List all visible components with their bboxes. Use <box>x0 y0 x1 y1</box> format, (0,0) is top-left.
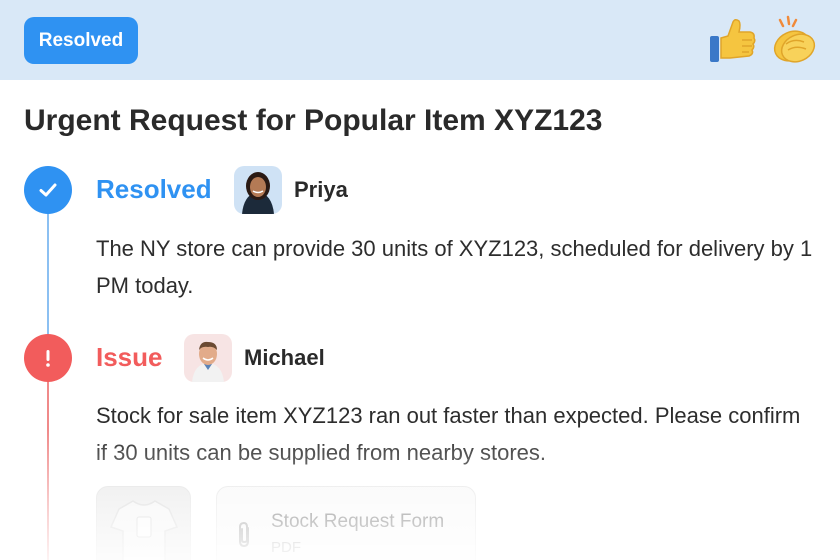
reactions-bar <box>708 14 820 66</box>
event-type-label: Issue <box>96 342 163 372</box>
exclamation-icon <box>46 350 50 367</box>
paperclip-icon <box>239 521 249 548</box>
check-icon <box>39 183 57 197</box>
event-type-label: Resolved <box>96 174 212 204</box>
issue-status-icon <box>24 334 72 382</box>
author-name: Michael <box>244 345 325 370</box>
thumbs-up-icon[interactable] <box>708 14 760 66</box>
avatar[interactable] <box>184 334 232 382</box>
resolved-status-icon <box>24 166 72 214</box>
avatar[interactable] <box>234 166 282 214</box>
ticket-title: Urgent Request for Popular Item XYZ123 <box>24 104 603 137</box>
author-name: Priya <box>294 177 348 202</box>
file-name: Stock Request Form <box>271 511 445 532</box>
ticket-header: Resolved <box>0 0 840 80</box>
timeline-connector <box>47 212 49 340</box>
clapping-hands-icon[interactable] <box>768 14 820 66</box>
file-type: PDF <box>271 539 301 556</box>
status-badge[interactable]: Resolved <box>24 17 138 64</box>
timeline-connector <box>47 380 49 560</box>
shirt-image-thumbnail[interactable] <box>96 486 191 560</box>
event-message: Stock for sale item XYZ123 ran out faste… <box>96 403 801 465</box>
event-message: The NY store can provide 30 units of XYZ… <box>96 236 813 298</box>
file-attachment[interactable]: Stock Request Form PDF <box>216 486 476 560</box>
